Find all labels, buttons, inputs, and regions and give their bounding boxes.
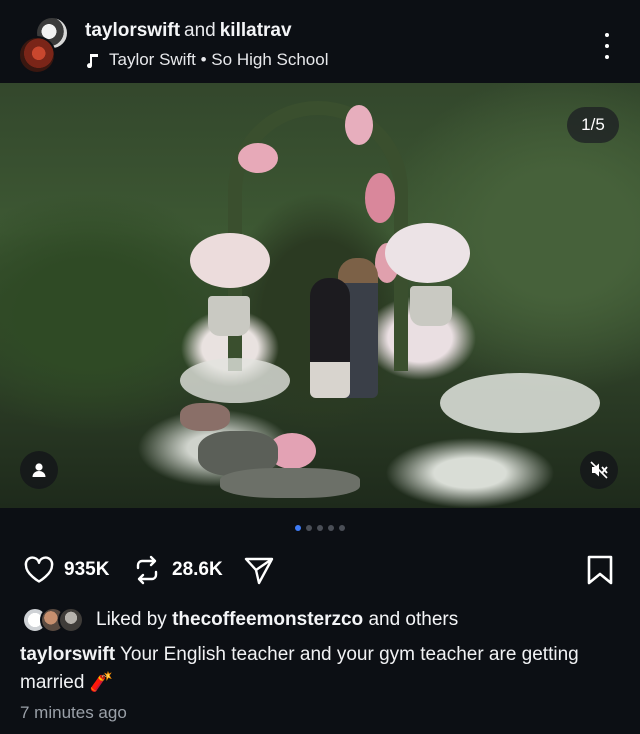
repost-icon [136,555,158,585]
like-button[interactable]: 935K [22,550,109,590]
username-link[interactable]: taylorswift [20,644,115,665]
timestamp: 7 minutes ago [20,703,127,722]
carousel-dot [317,525,323,531]
action-bar: 935K 28.6K [0,550,640,590]
tagged-people-button[interactable] [20,451,58,489]
username-link[interactable]: thecoffeemonsterzco [172,609,363,630]
save-button[interactable] [583,550,617,590]
heart-icon [24,556,54,583]
mute-button[interactable] [580,451,618,489]
carousel-indicator [0,525,640,535]
bookmark-icon [587,555,613,585]
share-button[interactable] [242,550,276,590]
person-icon [32,463,46,477]
liked-by-row[interactable]: Liked by thecoffeemonsterzco and others [22,603,458,637]
audio-link[interactable]: Taylor Swift • So High School [85,50,329,70]
speaker-muted-icon [590,461,608,479]
avatar [58,607,84,633]
post-photo[interactable]: 1/5 [0,83,640,508]
username-link[interactable]: taylorswift [85,20,180,41]
username-link[interactable]: killatrav [220,20,292,41]
song-title: Taylor Swift • So High School [109,50,329,69]
repost-count: 28.6K [172,559,223,580]
like-count: 935K [64,559,110,580]
carousel-dot [328,525,334,531]
carousel-dot [306,525,312,531]
music-note-icon [87,54,98,68]
carousel-dot [295,525,301,531]
post-caption: taylorswift Your English teacher and you… [20,641,620,697]
person [310,278,350,398]
collab-avatars[interactable] [18,16,74,74]
author-line: taylorswift and killatrav [85,20,292,42]
avatar[interactable] [18,36,56,74]
post-header: taylorswift and killatrav Taylor Swift • S… [0,0,640,83]
repost-button[interactable]: 28.6K [130,550,223,590]
connector-text: and [184,20,216,41]
slide-counter: 1/5 [567,107,619,143]
liked-by-text: Liked by thecoffeemonsterzco and others [96,609,459,630]
send-icon [244,557,274,585]
carousel-dot [339,525,345,531]
more-vertical-icon[interactable] [596,33,618,59]
